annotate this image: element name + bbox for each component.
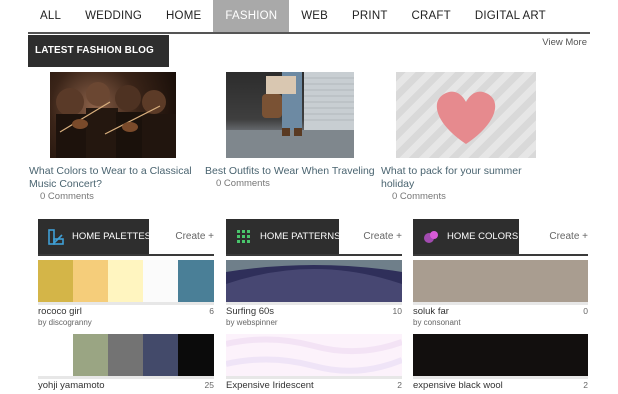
color-swatch[interactable] bbox=[413, 334, 588, 376]
column-heading-label: HOME COLORS bbox=[447, 231, 519, 242]
swatch bbox=[178, 334, 214, 376]
surfing-pattern-graphic bbox=[226, 260, 402, 302]
swatch bbox=[73, 260, 108, 302]
blog-section-heading: LATEST FASHION BLOG POSTS bbox=[28, 35, 169, 88]
tab-craft[interactable]: CRAFT bbox=[400, 0, 463, 33]
heart-thumbnail[interactable] bbox=[396, 72, 536, 158]
tab-all[interactable]: ALL bbox=[28, 0, 73, 33]
blog-post-title[interactable]: Best Outfits to Wear When Traveling bbox=[205, 165, 375, 178]
heart-photo bbox=[436, 91, 496, 144]
color-name[interactable]: soluk far bbox=[413, 306, 449, 317]
color-name[interactable]: expensive black wool bbox=[413, 380, 503, 391]
create-color-link[interactable]: Create + bbox=[549, 231, 588, 242]
outfit-thumbnail[interactable] bbox=[226, 72, 354, 158]
home-colors-heading[interactable]: HOME COLORS bbox=[413, 219, 519, 255]
palette-progress-bar bbox=[38, 302, 214, 305]
palette-author[interactable]: by discogranny bbox=[38, 318, 92, 327]
tab-fashion[interactable]: FASHION bbox=[213, 0, 290, 33]
comment-count[interactable]: 0 Comments bbox=[216, 178, 270, 189]
color-count: 2 bbox=[583, 380, 588, 390]
pattern-preview[interactable] bbox=[226, 260, 402, 302]
tab-wedding[interactable]: WEDDING bbox=[73, 0, 154, 33]
home-patterns-column: HOME PATTERNS Create + Surfing 60s 10 by… bbox=[226, 219, 402, 394]
swatch bbox=[73, 334, 108, 376]
pattern-name[interactable]: Surfing 60s bbox=[226, 306, 274, 317]
blog-post-card[interactable]: What to pack for your summer holiday 0 C… bbox=[381, 72, 551, 207]
palette-icon bbox=[48, 229, 64, 245]
blog-post-card[interactable]: Best Outfits to Wear When Traveling 0 Co… bbox=[205, 72, 375, 192]
pattern-count: 10 bbox=[392, 306, 402, 316]
swatch bbox=[143, 260, 178, 302]
iridescent-pattern-graphic bbox=[226, 334, 402, 376]
pattern-count: 2 bbox=[397, 380, 402, 390]
tab-digital-art[interactable]: DIGITAL ART bbox=[463, 0, 558, 33]
pattern-progress-bar bbox=[226, 302, 402, 305]
swatch bbox=[108, 260, 143, 302]
home-patterns-heading[interactable]: HOME PATTERNS bbox=[226, 219, 341, 255]
column-heading-label: HOME PATTERNS bbox=[260, 231, 341, 242]
palette-progress-bar bbox=[38, 376, 214, 379]
swatch bbox=[38, 334, 73, 376]
view-more-link[interactable]: View More bbox=[542, 37, 587, 48]
column-divider bbox=[226, 254, 402, 256]
palette-name[interactable]: yohji yamamoto bbox=[38, 380, 105, 391]
tab-web[interactable]: WEB bbox=[289, 0, 340, 33]
blog-post-title[interactable]: What Colors to Wear to a Classical Music… bbox=[29, 165, 199, 191]
color-author[interactable]: by consonant bbox=[413, 318, 461, 327]
swatch bbox=[178, 260, 214, 302]
comment-count[interactable]: 0 Comments bbox=[40, 191, 94, 202]
palette-count: 6 bbox=[209, 306, 214, 316]
comment-count[interactable]: 0 Comments bbox=[392, 191, 446, 202]
palette-swatches[interactable] bbox=[38, 260, 214, 302]
category-tabs: ALL WEDDING HOME FASHION WEB PRINT CRAFT DIGITA… bbox=[28, 0, 558, 33]
tab-print[interactable]: PRINT bbox=[340, 0, 400, 33]
color-progress-bar bbox=[413, 302, 588, 305]
create-pattern-link[interactable]: Create + bbox=[363, 231, 402, 242]
home-palettes-heading[interactable]: HOME PALETTES bbox=[38, 219, 152, 255]
column-divider bbox=[38, 254, 214, 256]
concert-thumbnail[interactable] bbox=[50, 72, 176, 158]
concert-photo bbox=[56, 82, 176, 158]
nav-divider bbox=[28, 32, 590, 34]
color-circles-icon bbox=[423, 229, 439, 245]
palette-name[interactable]: rococo girl bbox=[38, 306, 82, 317]
tab-home[interactable]: HOME bbox=[154, 0, 213, 33]
home-colors-column: HOME COLORS Create + soluk far 0 by cons… bbox=[413, 219, 588, 394]
swatch bbox=[108, 334, 143, 376]
palette-count: 25 bbox=[204, 380, 214, 390]
column-divider bbox=[413, 254, 588, 256]
home-palettes-column: HOME PALETTES Create + rococo girl 6 by … bbox=[38, 219, 214, 394]
blog-post-card[interactable]: What Colors to Wear to a Classical Music… bbox=[29, 72, 199, 207]
color-count: 0 bbox=[583, 306, 588, 316]
column-heading-label: HOME PALETTES bbox=[72, 231, 152, 242]
blog-post-title[interactable]: What to pack for your summer holiday bbox=[381, 165, 541, 191]
palette-swatches[interactable] bbox=[38, 334, 214, 376]
outfit-photo bbox=[226, 72, 354, 158]
top-navigation: ALL WEDDING HOME FASHION WEB PRINT CRAFT DIGITA… bbox=[0, 0, 618, 34]
pattern-name[interactable]: Expensive Iridescent bbox=[226, 380, 314, 391]
create-palette-link[interactable]: Create + bbox=[175, 231, 214, 242]
pattern-preview[interactable] bbox=[226, 334, 402, 376]
pattern-grid-icon bbox=[236, 229, 252, 245]
color-swatch[interactable] bbox=[413, 260, 588, 302]
pattern-author[interactable]: by webspinner bbox=[226, 318, 278, 327]
swatch bbox=[38, 260, 73, 302]
pattern-progress-bar bbox=[226, 376, 402, 379]
color-progress-bar bbox=[413, 376, 588, 379]
swatch bbox=[143, 334, 178, 376]
